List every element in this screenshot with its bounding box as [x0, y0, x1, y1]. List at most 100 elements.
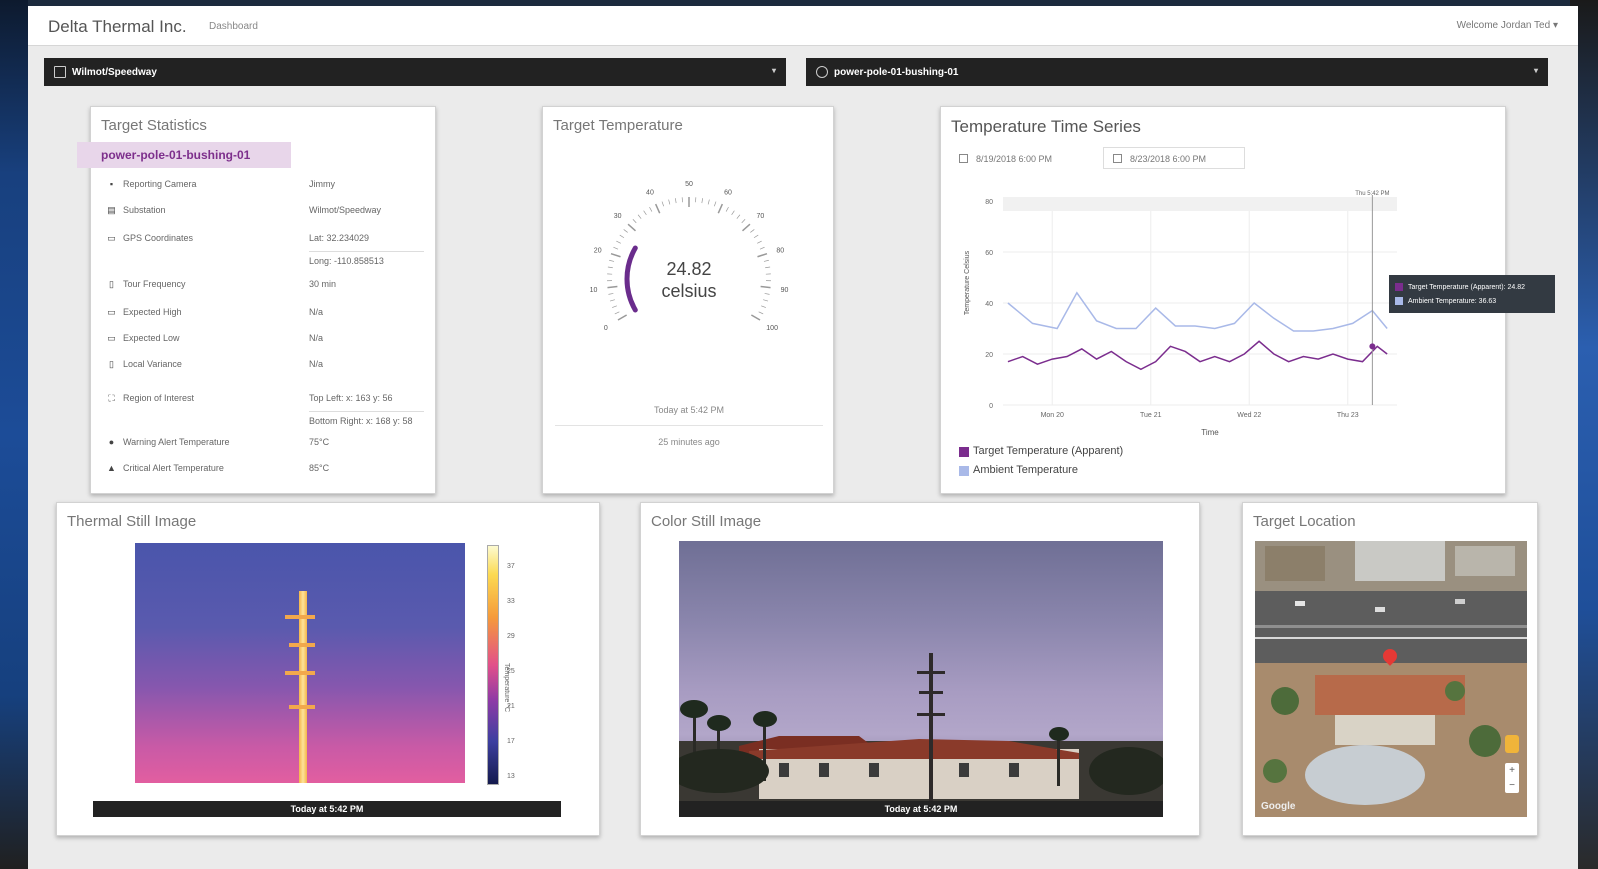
gauge-tick-label: 100: [766, 325, 778, 332]
gauge-tick: [742, 223, 751, 232]
stat-label: GPS Coordinates: [123, 233, 194, 243]
gauge-tick: [707, 199, 710, 205]
gauge-tick: [674, 198, 677, 204]
gauge-tick: [750, 314, 761, 321]
series-ambient-line[interactable]: [1007, 291, 1388, 332]
gauge-tick: [731, 210, 735, 216]
gauge-age: 25 minutes ago: [658, 437, 720, 447]
x-tick-label: Mon 20: [1041, 412, 1064, 419]
photo-scene: [679, 653, 1163, 817]
building-icon: ▤: [107, 205, 116, 215]
gauge-tick-label: 30: [614, 213, 622, 220]
legend-swatch: [959, 447, 969, 457]
legend-label: Ambient Temperature: [973, 464, 1078, 476]
gauge-tick: [757, 252, 768, 258]
gauge-tick-label: 0: [604, 325, 608, 332]
thermal-image-card: Thermal Still Image 37 33 29 25 21 17 13 Tempe…: [56, 502, 600, 836]
gauge-tick-label: 80: [776, 247, 784, 254]
x-tick-label: Wed 22: [1237, 412, 1261, 419]
gauge-tick-label: 70: [756, 213, 764, 220]
legend-ambient[interactable]: Ambient Temperature: [959, 464, 1078, 476]
stat-value: 85°C: [309, 463, 330, 473]
crossarm: [289, 705, 315, 709]
stat-label: Expected Low: [123, 333, 180, 343]
dashboard-frame: Delta Thermal Inc. Dashboard Welcome Jor…: [28, 6, 1578, 869]
crossarm: [289, 643, 315, 647]
stat-value-secondary: Long: -110.858513: [309, 251, 424, 266]
crossarm: [285, 615, 315, 619]
y-tick-label: 20: [985, 352, 993, 359]
crossarm: [285, 671, 315, 675]
gauge-timestamp: Today at 5:42 PM: [653, 405, 725, 415]
thermal-caption: Today at 5:42 PM: [93, 801, 561, 817]
satellite-map[interactable]: + − Google: [1255, 541, 1527, 817]
gauge-tick-label: 40: [646, 189, 654, 196]
brand-title[interactable]: Delta Thermal Inc.: [48, 17, 187, 37]
thermal-image[interactable]: [135, 543, 465, 783]
zoom-controls[interactable]: + −: [1505, 763, 1519, 793]
end-date-value: 8/23/2018 6:00 PM: [1130, 154, 1207, 164]
gauge-tick: [637, 214, 642, 219]
gauge-tick-label: 20: [594, 247, 602, 254]
warning-circle-icon: ●: [108, 437, 115, 447]
gauge-tick: [616, 240, 621, 244]
sigma-icon: ▯: [109, 359, 114, 369]
x-axis-label: Time: [1201, 428, 1219, 437]
stat-label: Substation: [123, 205, 166, 215]
end-date-picker[interactable]: 8/23/2018 6:00 PM: [1103, 147, 1245, 169]
card-title: Target Location: [1253, 513, 1356, 530]
target-select[interactable]: power-pole-01-bushing-01 ▾: [806, 58, 1548, 86]
street-view-icon[interactable]: [1505, 735, 1519, 753]
calendar-icon: [1113, 154, 1122, 163]
gauge-tick-label: 60: [724, 189, 732, 196]
gauge-tick: [623, 229, 628, 233]
target-icon: [816, 66, 828, 78]
user-menu[interactable]: Welcome Jordan Ted ▾: [1457, 20, 1558, 31]
gauge-tick: [725, 206, 729, 212]
gauge-tick: [757, 240, 762, 244]
y-axis-label: Temperature Celsius: [964, 250, 971, 315]
stat-label: Local Variance: [123, 359, 182, 369]
colorbar-tick: 37: [507, 563, 515, 570]
legend-label: Target Temperature (Apparent): [973, 445, 1124, 457]
stat-value: Wilmot/Speedway: [309, 205, 382, 215]
breadcrumb-dashboard[interactable]: Dashboard: [209, 21, 258, 32]
stat-value: N/a: [309, 359, 324, 369]
chevron-down-icon: ▾: [1552, 20, 1558, 31]
gauge-tick: [632, 218, 637, 224]
card-title: Temperature Time Series: [951, 117, 1141, 136]
region-icon: ⛶: [108, 393, 115, 403]
start-date-picker[interactable]: 8/19/2018 6:00 PM: [949, 147, 1089, 169]
series-target-line[interactable]: [1007, 340, 1388, 371]
y-tick-label: 40: [985, 301, 993, 308]
welcome-text: Welcome Jordan Ted: [1456, 20, 1551, 31]
y-tick-label: 60: [985, 250, 993, 257]
time-series-card: Temperature Time Series 8/19/2018 6:00 P…: [940, 106, 1555, 494]
range-navigator[interactable]: [1003, 197, 1397, 211]
calendar-icon: [959, 154, 968, 163]
gauge-tick: [758, 311, 764, 315]
gauge-tick: [649, 206, 653, 212]
gauge-tick: [759, 246, 765, 250]
colorbar-tick: 33: [507, 598, 515, 605]
crosshair-label: Thu 5:42 PM: [1355, 191, 1389, 197]
substation-select[interactable]: Wilmot/Speedway ▾: [44, 58, 786, 86]
color-photo[interactable]: [679, 541, 1163, 817]
colorbar-tick: 29: [507, 633, 515, 640]
gauge-tick: [617, 314, 628, 321]
gauge-tick: [661, 201, 665, 207]
legend-target[interactable]: Target Temperature (Apparent): [959, 445, 1123, 457]
clock-icon: ▯: [109, 279, 114, 289]
stat-value: 75°C: [309, 437, 330, 447]
target-location-card: Target Location + − Google: [1242, 502, 1538, 836]
stat-value: Jimmy: [309, 179, 335, 189]
gauge-tick: [741, 218, 746, 224]
gauge-value: 24.82: [666, 259, 712, 279]
chevron-down-icon: ▾: [1533, 66, 1538, 75]
background-left-edge: [0, 0, 28, 869]
building-icon: [54, 66, 66, 78]
gauge-tick-label: 50: [685, 181, 693, 188]
start-date-value: 8/19/2018 6:00 PM: [976, 154, 1053, 164]
stat-value: Lat: 32.234029: [309, 233, 370, 243]
gauge-tick: [753, 234, 759, 239]
